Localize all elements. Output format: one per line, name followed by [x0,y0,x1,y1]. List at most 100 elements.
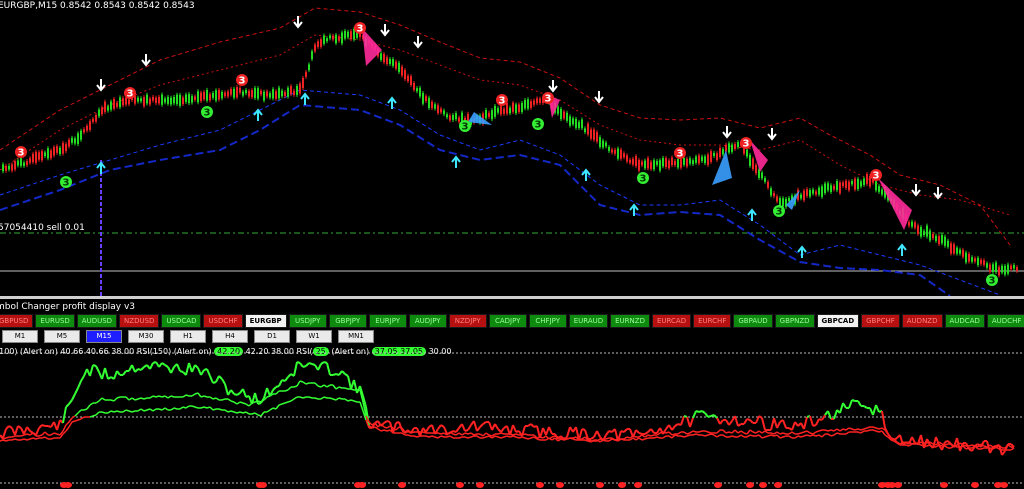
rsi-mid-line-segment [461,432,466,436]
timeframe-button-m15[interactable]: M15 [86,330,122,343]
candle-body [122,98,124,106]
candle-body [8,165,10,170]
rsi-slow-line-segment [5,439,10,442]
rsi-fast-line-segment [230,389,235,395]
rsi-fast-line-segment [14,425,19,436]
rsi-slow-line-segment [275,404,280,410]
candle-body [581,119,583,129]
rsi-fast-line-segment [104,367,109,380]
candle-body [983,260,985,265]
symbol-button-gbpaud[interactable]: GBPAUD [733,314,773,328]
candle-body [704,156,706,164]
symbol-button-nzdjpy[interactable]: NZDJPY [448,314,487,328]
rsi-slow-line-segment [242,411,247,414]
rsi-fast-line-segment [26,426,31,432]
symbol-button-gbpchf[interactable]: GBPCHF [861,314,900,328]
rsi-fast-line-segment [758,415,763,419]
rsi-slow-line-segment [353,400,358,403]
rsi-fast-line-segment [320,361,325,365]
rsi-fast-line-segment [713,414,718,419]
symbol-button-audchf[interactable]: AUDCHF [986,314,1024,328]
symbol-button-nzdusd[interactable]: NZDUSD [119,314,160,328]
rsi-mid-line-segment [314,382,319,387]
symbol-button-audnzd[interactable]: AUDNZD [901,314,943,328]
timeframe-button-mn1[interactable]: MN1 [338,330,374,343]
symbol-button-cadjpy[interactable]: CADJPY [488,314,527,328]
symbol-button-gbpusd[interactable]: GBPUSD [0,314,34,328]
rsi-slow-line-segment [710,433,715,436]
rsi-mid-line-segment [152,395,157,398]
rsi-mid-line-segment [332,384,337,390]
symbol-button-usdjpy[interactable]: USDJPY [288,314,327,328]
candle-body [815,191,817,195]
rsi-fast-line-segment [140,366,145,371]
rsi-slow-line-segment [143,409,148,412]
symbol-button-gbpjpy[interactable]: GBPJPY [328,314,367,328]
symbol-button-eurcad[interactable]: EURCAD [651,314,692,328]
candle-body [605,142,607,147]
candle-body [437,105,439,113]
sell-arrow-icon [548,80,558,93]
rsi-slow-line-segment [632,437,637,441]
rsi-mid-line-segment [200,395,205,398]
candle-body [521,102,523,112]
candle-body [242,91,244,96]
rsi-mid-line-segment [539,436,544,439]
symbol-button-eurjpy[interactable]: EURJPY [368,314,407,328]
candle-body [488,112,490,117]
candle-body [878,186,880,192]
rsi-mid-line-segment [95,400,100,404]
rsi-mid-line-segment [944,443,949,446]
symbol-button-gbpnzd[interactable]: GBPNZD [774,314,815,328]
rsi-fast-line-segment [839,402,844,414]
rsi-mid-line-segment [458,432,463,436]
rsi-mid-line-segment [101,397,106,401]
rsi-slow-line-segment [731,435,736,438]
symbol-button-eurnzd[interactable]: EURNZD [610,314,650,328]
rsi-slow-line-segment [530,436,535,439]
rsi-slow-line-segment [656,436,661,439]
symbol-button-audusd[interactable]: AUDUSD [76,314,118,328]
rsi-mid-line-segment [626,436,631,439]
timeframe-button-h1[interactable]: H1 [170,330,206,343]
symbol-button-eurgbp[interactable]: EURGBP [244,314,287,328]
rsi-fast-line-segment [548,426,553,435]
candle-body [188,94,190,104]
symbol-button-euraud[interactable]: EURAUD [568,314,609,328]
candle-body [395,61,397,69]
rsi-slow-line-segment [260,411,265,417]
rsi-slow-line-segment [776,434,781,439]
symbol-button-audjpy[interactable]: AUDJPY [408,314,447,328]
timeframe-button-m5[interactable]: M5 [44,330,80,343]
symbol-button-usdchf[interactable]: USDCHF [203,314,243,328]
panel-divider[interactable] [0,296,1024,299]
candle-body [698,155,700,164]
symbol-button-eurusd[interactable]: EURUSD [35,314,75,328]
rsi-slow-line-segment [170,407,175,411]
rsi-oscillator-chart[interactable] [0,345,1024,489]
symbol-button-eurchf[interactable]: EURCHF [693,314,732,328]
sell-arrow-icon [594,91,604,104]
rsi-slow-line-segment [950,445,955,449]
price-chart[interactable]: 3 3 3 3 3 3 3 3 3 3 3 3 3 3 3 3 [0,0,1024,296]
symbol-button-usdcad[interactable]: USDCAD [161,314,202,328]
candle-body [755,164,757,174]
timeframe-button-row: M1 M5 M15 M30 H1 H4 D1 W1 MN1 [2,330,374,343]
rsi-slow-line-segment [350,399,355,402]
timeframe-button-w1[interactable]: W1 [296,330,332,343]
symbol-button-row: GBPUSD EURUSD AUDUSD NZDUSD USDCAD USDCHF EURG… [0,314,1024,328]
rsi-slow-line-segment [32,437,37,440]
symbol-button-chfjpy[interactable]: CHFJPY [528,314,567,328]
rsi-mid-line-segment [293,385,298,388]
rsi-fast-line-segment [773,417,778,429]
timeframe-button-h4[interactable]: H4 [212,330,248,343]
timeframe-button-d1[interactable]: D1 [254,330,290,343]
candle-body [737,142,739,148]
candle-body [620,149,622,159]
rsi-alert-dot [556,482,564,488]
timeframe-button-m1[interactable]: M1 [2,330,38,343]
timeframe-button-m30[interactable]: M30 [128,330,164,343]
symbol-button-gbpcad[interactable]: GBPCAD [816,314,860,328]
candle-body [455,113,457,120]
symbol-button-audcad[interactable]: AUDCAD [944,314,985,328]
